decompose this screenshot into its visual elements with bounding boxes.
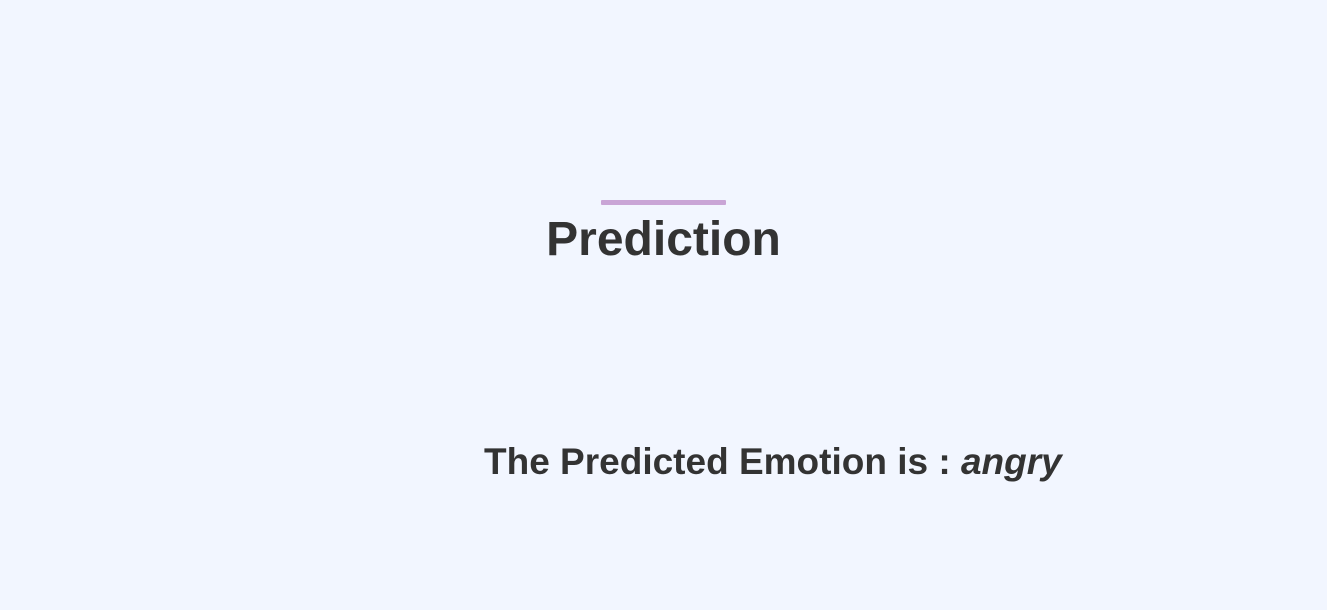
page-title: Prediction — [546, 213, 781, 266]
prediction-page: Prediction The Predicted Emotion is : an… — [0, 0, 1327, 610]
prediction-result: The Predicted Emotion is : angry — [484, 440, 1062, 484]
predicted-emotion-value: angry — [960, 441, 1062, 482]
title-accent-line — [601, 200, 726, 205]
prediction-label: The Predicted Emotion is : — [484, 441, 961, 482]
